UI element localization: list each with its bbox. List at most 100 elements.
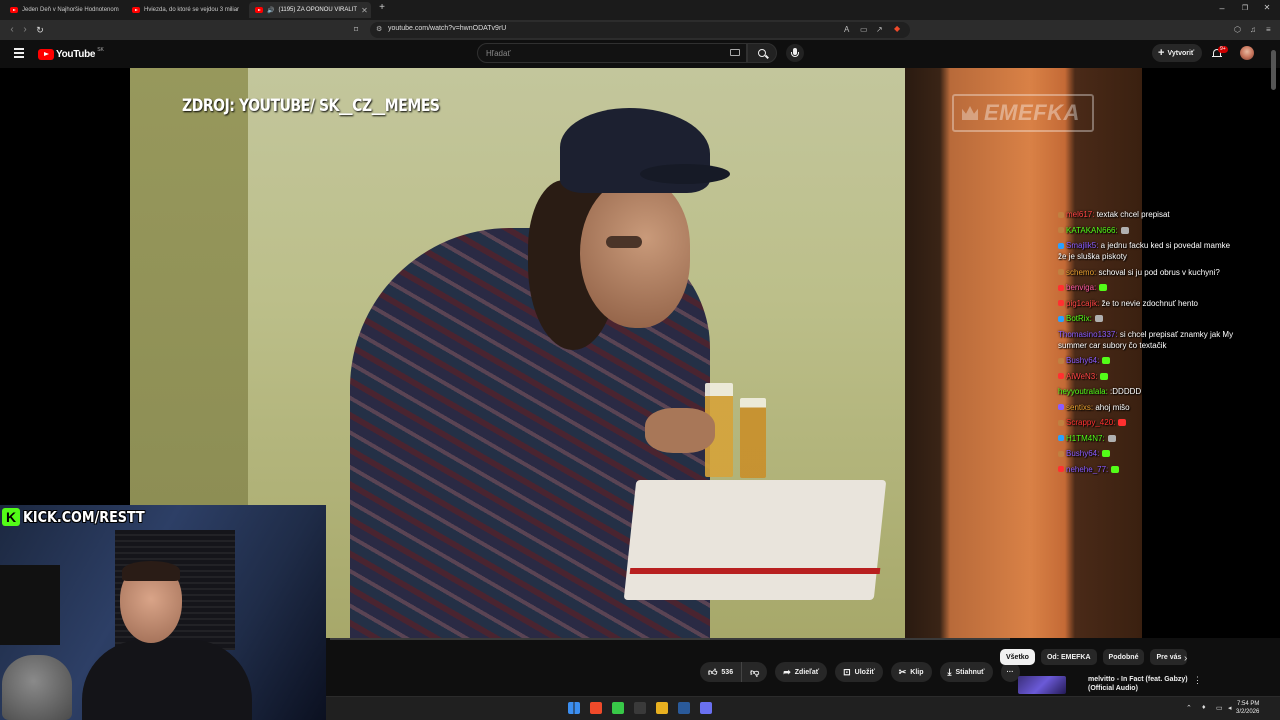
tab-title: (1195) ZA OPONOU VIRALIT: [278, 7, 358, 13]
brave-icon[interactable]: [590, 702, 602, 714]
chat-emote-icon: [1111, 465, 1120, 473]
chat-message: sentixs: ahoj mišo: [1058, 402, 1238, 413]
windows-start-icon[interactable]: [568, 702, 580, 714]
recommended-video-title[interactable]: melvitto - In Fact (feat. Gabzy) (Offici…: [1088, 675, 1188, 693]
extensions-icon[interactable]: ⬡: [1234, 25, 1241, 34]
save-button[interactable]: ⊡ Uložiť: [835, 662, 883, 682]
chat-message: Smajlik5: a jednu facku ked si povedal m…: [1058, 240, 1238, 262]
media-icon[interactable]: ♫: [1250, 25, 1256, 34]
browser-tab-active[interactable]: 🔊 (1195) ZA OPONOU VIRALIT ✕: [249, 2, 371, 18]
account-avatar[interactable]: [1240, 46, 1254, 60]
more-actions-button[interactable]: ···: [1000, 662, 1020, 682]
youtube-header: YouTube SK Hľadať + Vytvoriť: [0, 40, 1280, 68]
chat-message: Thomasino1337: si chcel prepisať znamky …: [1058, 329, 1238, 351]
reload-icon[interactable]: ↻: [33, 24, 47, 36]
share-button[interactable]: ➦ Zdieľať: [775, 662, 828, 682]
close-window-button[interactable]: ✕: [1257, 3, 1277, 12]
chat-badge-icon: [1058, 269, 1064, 275]
chat-badge-icon: [1058, 300, 1064, 306]
chat-emote-icon: [1102, 357, 1111, 364]
clock-date: 3/2/2026: [1236, 709, 1260, 715]
address-bar[interactable]: ⚙ youtube.com/watch?v=hwnODATv9rU A ▭ ↗ …: [370, 22, 910, 38]
chip-related[interactable]: Podobné: [1102, 649, 1145, 665]
beer-glass: [740, 398, 766, 478]
close-tab-icon[interactable]: ✕: [361, 6, 368, 15]
network-icon[interactable]: ▭: [1216, 704, 1223, 712]
chrome-icon[interactable]: [656, 702, 668, 714]
discord-icon[interactable]: [700, 702, 712, 714]
hamburger-menu-icon[interactable]: [14, 48, 24, 58]
keyboard-icon[interactable]: [730, 49, 740, 56]
dislike-button[interactable]: 👎︎: [742, 662, 767, 682]
speaker-icon: 🔊: [267, 7, 275, 14]
browser-tab[interactable]: Hviezda, do ktoré se vejdou 3 miliar: [126, 2, 248, 18]
download-label: Stiahnuť: [955, 668, 985, 676]
chat-message: Scrappy_420:: [1058, 417, 1238, 428]
share-label: Zdieľať: [794, 668, 820, 676]
like-button[interactable]: 👍︎ 536: [700, 662, 743, 682]
video-progress-bar[interactable]: [330, 638, 1010, 640]
menu-icon[interactable]: ≡: [1266, 25, 1271, 34]
recommended-video-menu-icon[interactable]: ⋮: [1193, 675, 1202, 686]
chat-message: Bushy64:: [1058, 448, 1238, 459]
new-tab-button[interactable]: +: [372, 2, 392, 13]
chat-username: heyyoutralala:: [1058, 387, 1108, 396]
chevron-right-icon[interactable]: ›: [1184, 653, 1187, 664]
chat-username: pig1cajik:: [1066, 298, 1100, 308]
chat-username: sentixs:: [1066, 402, 1094, 412]
clip-button[interactable]: ✂ Klip: [890, 662, 932, 682]
page-scrollbar[interactable]: [1271, 50, 1276, 690]
chat-text: ahoj mišo: [1093, 402, 1130, 412]
download-icon: ⤓: [947, 666, 952, 677]
bookmark-icon[interactable]: ⌑: [354, 25, 358, 34]
translate-icon[interactable]: A: [844, 25, 849, 34]
source-caption: ZDROJ: YOUTUBE/ SK__CZ__MEMES: [182, 96, 440, 116]
kick-banner: K KICK.COM/RESTT: [0, 505, 166, 529]
microphone-tray-icon[interactable]: ♦: [1202, 704, 1206, 711]
chat-emote-icon: [1120, 226, 1129, 234]
back-arrow-icon[interactable]: ‹: [5, 24, 19, 36]
search-placeholder: Hľadať: [486, 49, 511, 58]
stream-chat-overlay: mel617: textak chcel prepisat KATAKAN666:…: [1058, 209, 1238, 479]
clock-time: 7:54 PM: [1237, 701, 1260, 707]
url-text: youtube.com/watch?v=hwnODATv9rU: [388, 25, 507, 32]
chat-username: H1TM4N7:: [1066, 433, 1105, 443]
clip-label: Klip: [910, 668, 924, 676]
search-button[interactable]: [747, 43, 777, 63]
chat-badge-icon: [1058, 466, 1064, 472]
country-code: SK: [97, 47, 104, 53]
chat-emote-icon: [1094, 315, 1103, 322]
site-info-icon[interactable]: ⚙: [376, 25, 382, 33]
share-page-icon[interactable]: ↗: [876, 25, 883, 34]
chat-username: BotRix:: [1066, 314, 1092, 323]
browser-tab[interactable]: Jeden Deň v Najhoršie Hodnotenom: [4, 2, 126, 18]
reader-icon[interactable]: ▭: [860, 25, 868, 34]
thumbs-up-icon: 👍︎: [708, 666, 718, 677]
steam-icon[interactable]: [678, 702, 690, 714]
chat-badge-icon: [1058, 435, 1064, 441]
maximize-button[interactable]: ❐: [1235, 4, 1255, 12]
forward-arrow-icon[interactable]: ›: [18, 24, 32, 36]
chip-all[interactable]: Všetko: [1000, 649, 1035, 665]
recommended-video-thumbnail[interactable]: [1018, 676, 1066, 694]
taskbar-clock[interactable]: 7:54 PM 3/2/2026: [1236, 700, 1259, 716]
search-input[interactable]: Hľadať: [477, 43, 747, 63]
chat-message: KATAKAN666:: [1058, 225, 1238, 236]
minimize-button[interactable]: –: [1212, 3, 1232, 13]
chip-from-channel[interactable]: Od: EMEFKA: [1040, 649, 1097, 665]
download-button[interactable]: ⤓ Stiahnuť: [939, 662, 993, 682]
volume-icon[interactable]: ◂: [1228, 704, 1232, 712]
tray-expand-icon[interactable]: ⌃: [1186, 704, 1192, 712]
chat-message: mel617: textak chcel prepisat: [1058, 209, 1238, 220]
create-button[interactable]: + Vytvoriť: [1152, 44, 1202, 62]
brave-shield-icon[interactable]: ◆: [894, 24, 900, 33]
browser-tab-strip: Jeden Deň v Najhoršie Hodnotenom Hviezda…: [0, 0, 1280, 20]
app-x-icon[interactable]: [634, 702, 646, 714]
voice-search-button[interactable]: [786, 44, 804, 62]
youtube-logo[interactable]: YouTube SK: [38, 47, 104, 60]
chat-emote-icon: [1118, 419, 1127, 426]
youtube-favicon-icon: [132, 7, 140, 13]
chip-for-you[interactable]: Pre vás: [1150, 649, 1188, 665]
chat-badge-icon: [1058, 419, 1064, 426]
app-green-icon[interactable]: [612, 702, 624, 714]
